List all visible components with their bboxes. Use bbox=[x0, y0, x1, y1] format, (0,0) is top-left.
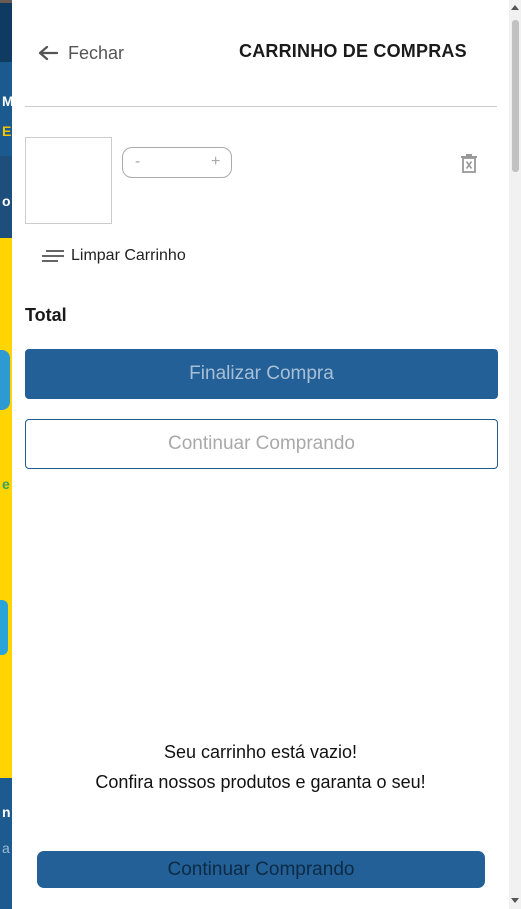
close-button[interactable]: Fechar bbox=[38, 40, 124, 66]
page-title: CARRINHO DE COMPRAS bbox=[239, 41, 467, 61]
background-graphic bbox=[0, 350, 10, 410]
clear-cart-label: Limpar Carrinho bbox=[71, 247, 186, 264]
header-divider bbox=[25, 106, 497, 107]
scrollbar[interactable] bbox=[509, 0, 521, 909]
arrow-left-icon bbox=[38, 45, 58, 61]
empty-cart-message: Seu carrinho está vazio! bbox=[163, 742, 358, 762]
scroll-down-icon[interactable] bbox=[511, 898, 519, 903]
continue-shopping-button[interactable]: Continuar Comprando bbox=[25, 419, 498, 469]
lines-icon bbox=[42, 247, 64, 265]
empty-cart-submessage: Confira nossos produtos e garanta o seu! bbox=[95, 772, 426, 792]
scrollbar-thumb[interactable] bbox=[512, 20, 519, 172]
trash-icon bbox=[461, 154, 477, 173]
background-graphic bbox=[0, 600, 8, 655]
scroll-up-icon[interactable] bbox=[511, 5, 519, 10]
checkout-button[interactable]: Finalizar Compra bbox=[25, 349, 498, 399]
background-glyph: a bbox=[2, 840, 10, 856]
background-page-edge: M E o e n a bbox=[0, 0, 12, 909]
total-label: Total bbox=[25, 305, 67, 325]
close-label: Fechar bbox=[68, 42, 125, 63]
background-glyph: M bbox=[2, 93, 12, 109]
remove-item-button[interactable] bbox=[460, 153, 478, 178]
background-glyph: e bbox=[2, 476, 10, 492]
quantity-decrease-button[interactable]: - bbox=[135, 153, 140, 171]
quantity-increase-button[interactable]: + bbox=[211, 153, 220, 171]
quantity-stepper: - + bbox=[122, 147, 232, 178]
background-glyph: E bbox=[2, 123, 12, 139]
clear-cart-button[interactable]: Limpar Carrinho bbox=[42, 247, 186, 265]
background-glyph: o bbox=[2, 193, 11, 209]
background-glyph: n bbox=[2, 804, 11, 820]
product-image bbox=[25, 137, 112, 224]
empty-continue-shopping-button[interactable]: Continuar Comprando bbox=[37, 851, 485, 888]
